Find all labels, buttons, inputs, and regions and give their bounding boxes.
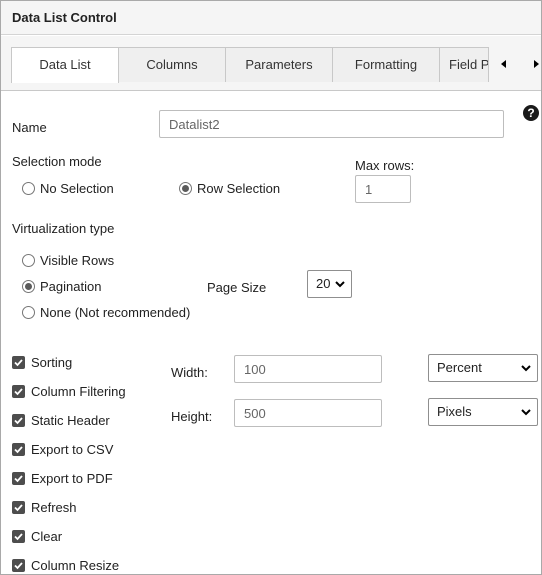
radio-visible-rows[interactable]: Visible Rows bbox=[22, 253, 114, 268]
help-icon[interactable]: ? bbox=[523, 105, 539, 121]
tab-scroll-left-icon[interactable] bbox=[498, 60, 510, 71]
radio-no-selection[interactable]: No Selection bbox=[22, 181, 114, 196]
radio-label: Visible Rows bbox=[40, 253, 115, 268]
checkbox-label: Column Resize bbox=[31, 558, 120, 573]
page-size-label: Page Size bbox=[207, 280, 267, 295]
data-list-control-dialog: Data List Control Data List Columns Para… bbox=[0, 0, 542, 575]
width-label: Width: bbox=[171, 365, 208, 380]
checkbox-box[interactable] bbox=[12, 530, 25, 543]
height-unit-select[interactable]: Pixels bbox=[428, 398, 538, 426]
tab-parameters[interactable]: Parameters bbox=[225, 47, 333, 82]
select-value: Pixels bbox=[437, 404, 472, 419]
checkbox-label: Export to CSV bbox=[31, 442, 114, 457]
checkbox-label: Clear bbox=[31, 529, 63, 544]
checkbox-static-header[interactable]: Static Header bbox=[12, 413, 110, 428]
radio-button[interactable] bbox=[22, 280, 35, 293]
radio-label: None (Not recommended) bbox=[40, 305, 191, 320]
tab-strip: Data List Columns Parameters Formatting … bbox=[1, 36, 541, 91]
select-value: 20 bbox=[316, 276, 331, 291]
width-unit-select[interactable]: Percent bbox=[428, 354, 538, 382]
checkbox-sorting[interactable]: Sorting bbox=[12, 355, 72, 370]
checkbox-box[interactable] bbox=[12, 414, 25, 427]
checkbox-column-filtering[interactable]: Column Filtering bbox=[12, 384, 126, 399]
checkbox-export-csv[interactable]: Export to CSV bbox=[12, 442, 113, 457]
max-rows-label: Max rows: bbox=[355, 158, 415, 173]
dialog-title: Data List Control bbox=[12, 10, 117, 25]
radio-pagination[interactable]: Pagination bbox=[22, 279, 101, 294]
name-input[interactable] bbox=[159, 110, 504, 138]
checkbox-label: Sorting bbox=[31, 355, 73, 370]
tab-columns[interactable]: Columns bbox=[118, 47, 226, 82]
checkbox-export-pdf[interactable]: Export to PDF bbox=[12, 471, 113, 486]
tab-label: Columns bbox=[146, 57, 198, 72]
radio-button[interactable] bbox=[22, 306, 35, 319]
radio-label: Pagination bbox=[40, 279, 102, 294]
radio-row-selection[interactable]: Row Selection bbox=[179, 181, 280, 196]
checkbox-box[interactable] bbox=[12, 559, 25, 572]
height-input[interactable] bbox=[234, 399, 382, 427]
radio-button[interactable] bbox=[22, 254, 35, 267]
checkbox-column-resize[interactable]: Column Resize bbox=[12, 558, 119, 573]
name-label: Name bbox=[12, 120, 47, 135]
checkbox-box[interactable] bbox=[12, 472, 25, 485]
tab-scroll-right-icon[interactable] bbox=[530, 60, 541, 71]
tab-label: Data List bbox=[39, 57, 91, 72]
tab-label: Field P bbox=[449, 57, 489, 72]
checkbox-box[interactable] bbox=[12, 443, 25, 456]
title-bar: Data List Control bbox=[1, 1, 541, 35]
tab-formatting[interactable]: Formatting bbox=[332, 47, 440, 82]
checkbox-box[interactable] bbox=[12, 356, 25, 369]
radio-button[interactable] bbox=[22, 182, 35, 195]
selection-mode-label: Selection mode bbox=[12, 154, 102, 169]
checkbox-box[interactable] bbox=[12, 501, 25, 514]
height-label: Height: bbox=[171, 409, 213, 424]
radio-label: No Selection bbox=[40, 181, 114, 196]
checkbox-label: Refresh bbox=[31, 500, 77, 515]
chevron-down-icon bbox=[521, 409, 531, 416]
width-input[interactable] bbox=[234, 355, 382, 383]
checkbox-refresh[interactable]: Refresh bbox=[12, 500, 77, 515]
virtualization-label: Virtualization type bbox=[12, 221, 115, 236]
checkbox-label: Export to PDF bbox=[31, 471, 113, 486]
tab-data-list[interactable]: Data List bbox=[11, 47, 119, 83]
tab-label: Formatting bbox=[354, 57, 418, 72]
tab-field-properties[interactable]: Field P bbox=[439, 47, 489, 82]
chevron-down-icon bbox=[335, 281, 345, 288]
radio-label: Row Selection bbox=[197, 181, 281, 196]
max-rows-input[interactable] bbox=[355, 175, 411, 203]
radio-button[interactable] bbox=[179, 182, 192, 195]
checkbox-box[interactable] bbox=[12, 385, 25, 398]
page-size-select[interactable]: 20 bbox=[307, 270, 352, 298]
chevron-down-icon bbox=[521, 365, 531, 372]
checkbox-clear[interactable]: Clear bbox=[12, 529, 62, 544]
radio-none[interactable]: None (Not recommended) bbox=[22, 305, 190, 320]
checkbox-label: Static Header bbox=[31, 413, 110, 428]
select-value: Percent bbox=[437, 360, 482, 375]
tab-label: Parameters bbox=[245, 57, 313, 72]
checkbox-label: Column Filtering bbox=[31, 384, 126, 399]
